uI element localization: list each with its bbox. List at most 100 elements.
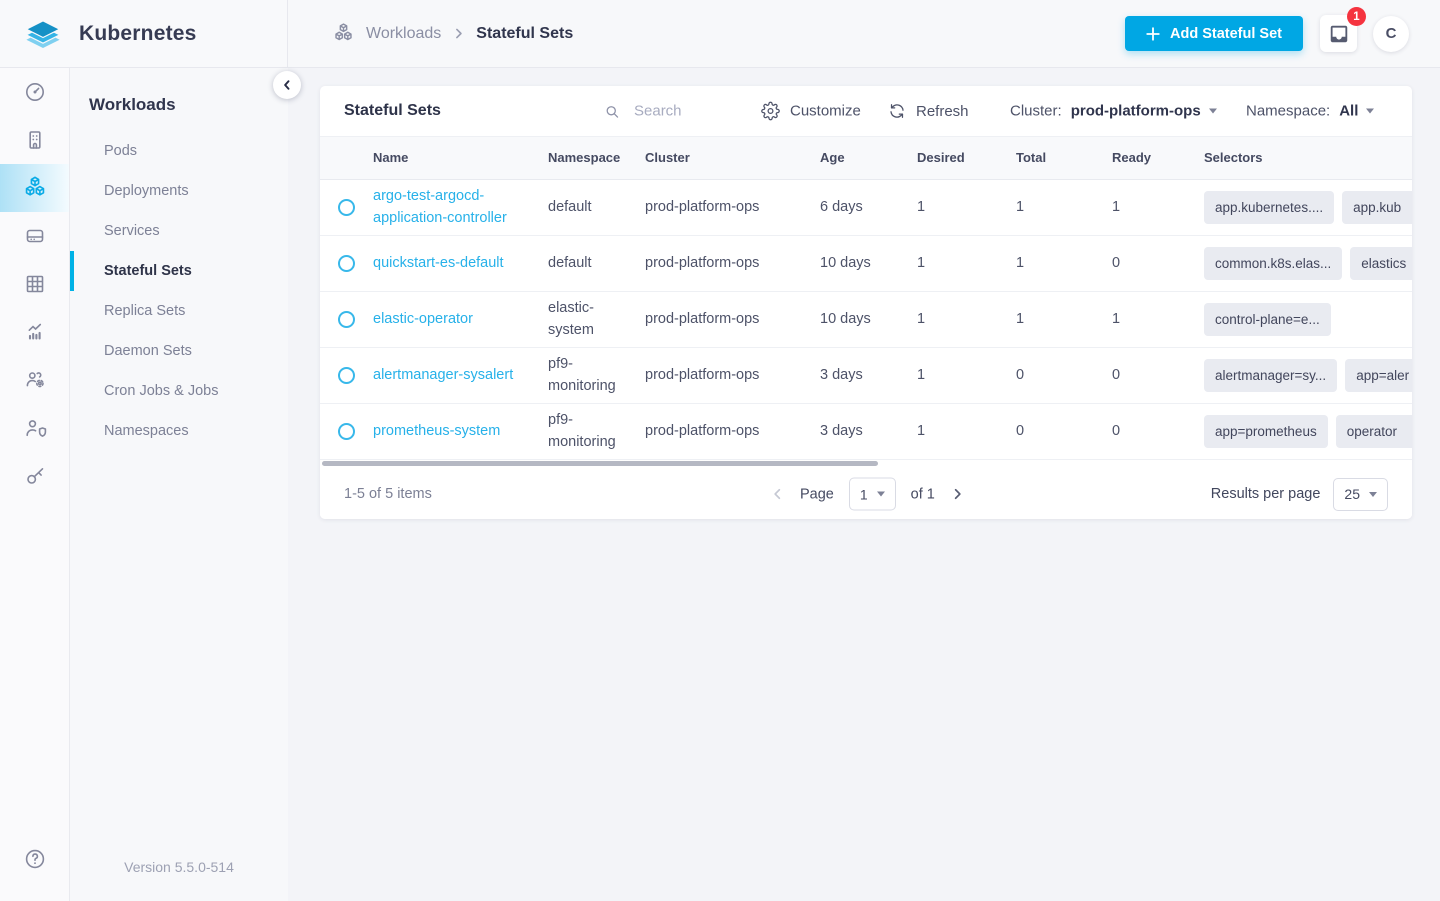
stateful-set-name-link[interactable]: alertmanager-sysalert bbox=[373, 367, 513, 383]
namespace-cell: default bbox=[548, 254, 592, 271]
help-icon[interactable] bbox=[0, 835, 69, 883]
row-radio-button[interactable] bbox=[338, 255, 355, 272]
breadcrumb: Workloads Stateful Sets bbox=[332, 22, 573, 45]
sidebar-collapse-button[interactable] bbox=[273, 71, 301, 99]
search-input[interactable] bbox=[632, 101, 742, 121]
notifications-button[interactable]: 1 bbox=[1320, 7, 1366, 52]
selectors-cell: app.kubernetes.... app.kub bbox=[1204, 190, 1412, 225]
cluster-filter-label: Cluster: bbox=[1010, 102, 1062, 120]
previous-page-button[interactable] bbox=[770, 487, 785, 502]
table-body: argo-test-argocd-application-controller … bbox=[320, 180, 1412, 460]
stateful-sets-card: Stateful Sets Search Customize Refresh C… bbox=[320, 86, 1412, 519]
sidebar-item-stateful-sets[interactable]: Stateful Sets bbox=[70, 251, 288, 291]
stateful-set-name-link[interactable]: quickstart-es-default bbox=[373, 255, 504, 271]
results-per-page-dropdown[interactable]: 25 bbox=[1333, 477, 1388, 511]
selector-chip: elastics bbox=[1350, 246, 1412, 281]
row-radio-button[interactable] bbox=[338, 199, 355, 216]
horizontal-scrollbar-thumb[interactable] bbox=[322, 461, 878, 466]
rail-apps-grid-icon[interactable] bbox=[0, 260, 69, 308]
rail-tenants-icon[interactable] bbox=[0, 356, 69, 404]
chevron-left-icon bbox=[281, 79, 293, 91]
sidebar-item-cron-jobs-jobs[interactable]: Cron Jobs & Jobs bbox=[70, 371, 288, 411]
rail-dashboard-icon[interactable] bbox=[0, 68, 69, 116]
selector-chip: app=prometheus bbox=[1204, 414, 1328, 449]
selector-chip: common.k8s.elas... bbox=[1204, 246, 1343, 281]
row-radio-button[interactable] bbox=[338, 311, 355, 328]
age-cell: 3 days bbox=[820, 422, 863, 439]
column-header-total: Total bbox=[1016, 149, 1047, 165]
age-cell: 6 days bbox=[820, 198, 863, 215]
app-root: Kubernetes Workloads Pods Deployments Se… bbox=[0, 0, 1440, 901]
rail-storage-icon[interactable] bbox=[0, 212, 69, 260]
sidebar-item-namespaces[interactable]: Namespaces bbox=[70, 411, 288, 451]
chevron-down-icon bbox=[1369, 491, 1377, 497]
sidebar-item-replica-sets[interactable]: Replica Sets bbox=[70, 291, 288, 331]
selector-chip: app.kubernetes.... bbox=[1204, 190, 1335, 225]
namespace-dropdown[interactable]: All bbox=[1339, 103, 1375, 120]
breadcrumb-parent[interactable]: Workloads bbox=[366, 25, 441, 43]
customize-label: Customize bbox=[790, 102, 861, 120]
desired-cell: 1 bbox=[917, 310, 926, 327]
page-label: Page bbox=[800, 486, 834, 502]
rail-monitoring-icon[interactable] bbox=[0, 308, 69, 356]
refresh-button[interactable]: Refresh bbox=[888, 102, 969, 120]
page-number-dropdown[interactable]: 1 bbox=[848, 477, 896, 511]
avatar[interactable]: C bbox=[1373, 15, 1409, 52]
table-row[interactable]: prometheus-system pf9-monitoring prod-pl… bbox=[320, 404, 1412, 460]
cluster-cell: prod-platform-ops bbox=[645, 254, 760, 271]
table-row[interactable]: elastic-operator elastic-system prod-pla… bbox=[320, 292, 1412, 348]
cluster-cell: prod-platform-ops bbox=[645, 310, 760, 327]
column-header-namespace: Namespace bbox=[548, 149, 621, 165]
add-stateful-set-label: Add Stateful Set bbox=[1170, 25, 1282, 42]
ready-cell: 0 bbox=[1112, 254, 1121, 271]
column-header-ready: Ready bbox=[1112, 149, 1152, 165]
kubernetes-logo-icon bbox=[22, 16, 64, 52]
rail-workloads-icon[interactable] bbox=[0, 164, 69, 212]
plus-icon bbox=[1146, 26, 1160, 41]
notification-badge: 1 bbox=[1347, 7, 1366, 26]
rail-access-control-icon[interactable] bbox=[0, 404, 69, 452]
namespace-filter-label: Namespace: bbox=[1246, 102, 1331, 120]
column-header-selectors: Selectors bbox=[1204, 149, 1263, 165]
rail-infrastructure-icon[interactable] bbox=[0, 116, 69, 164]
row-radio-button[interactable] bbox=[338, 367, 355, 384]
sidebar-item-daemon-sets[interactable]: Daemon Sets bbox=[70, 331, 288, 371]
table-row[interactable]: argo-test-argocd-application-controller … bbox=[320, 180, 1412, 236]
rail-spacer bbox=[0, 500, 69, 835]
sidebar-item-pods[interactable]: Pods bbox=[70, 131, 288, 171]
sidebar-menu: Workloads Pods Deployments Services Statefu… bbox=[70, 68, 288, 901]
search-icon bbox=[603, 102, 621, 120]
table-row[interactable]: quickstart-es-default default prod-platf… bbox=[320, 236, 1412, 292]
add-stateful-set-button[interactable]: Add Stateful Set bbox=[1125, 16, 1303, 51]
table-row[interactable]: alertmanager-sysalert pf9-monitoring pro… bbox=[320, 348, 1412, 404]
breadcrumb-current: Stateful Sets bbox=[476, 24, 574, 42]
rail-api-access-icon[interactable] bbox=[0, 452, 69, 500]
brand-header: Kubernetes bbox=[0, 0, 288, 68]
stateful-set-name-link[interactable]: elastic-operator bbox=[373, 311, 473, 327]
selector-chip: control-plane=e... bbox=[1204, 302, 1331, 337]
stateful-set-name-link[interactable]: prometheus-system bbox=[373, 423, 500, 439]
table-toolbar: Stateful Sets Search Customize Refresh C… bbox=[320, 86, 1412, 136]
left-panel: Kubernetes Workloads Pods Deployments Se… bbox=[0, 0, 288, 901]
row-radio-button[interactable] bbox=[338, 423, 355, 440]
stateful-set-name-link[interactable]: argo-test-argocd-application-controller bbox=[373, 188, 507, 225]
icon-rail bbox=[0, 68, 70, 901]
namespace-cell: default bbox=[548, 198, 592, 215]
page-number-value: 1 bbox=[859, 486, 868, 502]
horizontal-scrollbar bbox=[320, 460, 1412, 469]
total-cell: 1 bbox=[1016, 254, 1025, 271]
namespace-cell: pf9-monitoring bbox=[548, 356, 616, 394]
desired-cell: 1 bbox=[917, 254, 926, 271]
sidebar-item-deployments[interactable]: Deployments bbox=[70, 171, 288, 211]
items-count-label: 1-5 of 5 items bbox=[344, 486, 432, 502]
column-header-name: Name bbox=[373, 149, 409, 165]
pagination: Page 1 of 1 bbox=[770, 477, 965, 511]
table-header-row: Name Namespace Cluster Age Desired Total Ready… bbox=[320, 136, 1412, 180]
cluster-filter: Cluster: prod-platform-ops bbox=[1010, 103, 1217, 120]
cluster-dropdown[interactable]: prod-platform-ops bbox=[1071, 103, 1217, 120]
selectors-cell: app=prometheus operator bbox=[1204, 414, 1412, 449]
sidebar-item-services[interactable]: Services bbox=[70, 211, 288, 251]
customize-button[interactable]: Customize bbox=[761, 101, 861, 121]
next-page-button[interactable] bbox=[950, 487, 965, 502]
refresh-icon bbox=[888, 102, 906, 120]
